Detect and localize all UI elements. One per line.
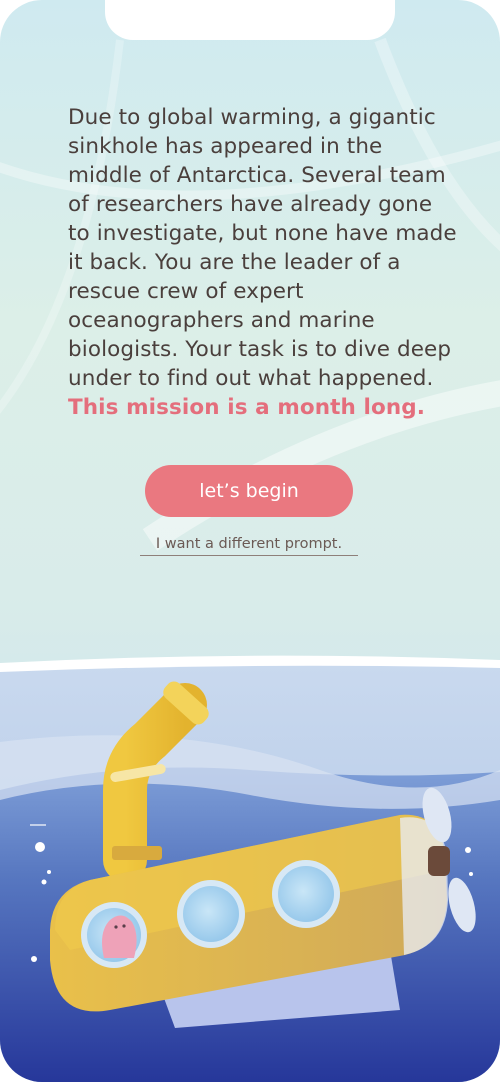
phone-frame: Due to global warming, a gigantic sinkho… bbox=[0, 0, 500, 1082]
mission-prompt: Due to global warming, a gigantic sinkho… bbox=[68, 103, 458, 422]
different-prompt-link[interactable]: I want a different prompt. bbox=[140, 536, 358, 556]
mission-prompt-text: Due to global warming, a gigantic sinkho… bbox=[68, 105, 457, 391]
mission-duration-highlight: This mission is a month long. bbox=[68, 395, 426, 420]
lets-begin-button[interactable]: let’s begin bbox=[145, 465, 353, 517]
device-notch bbox=[105, 0, 395, 40]
